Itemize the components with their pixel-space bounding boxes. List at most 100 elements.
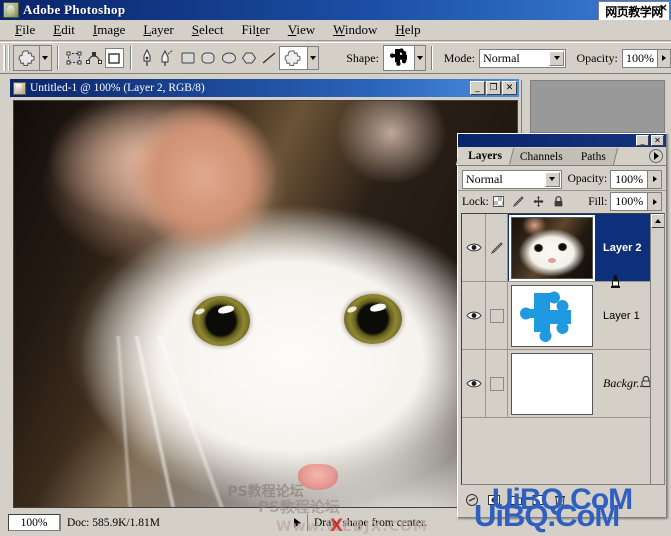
new-group-icon[interactable] <box>509 493 523 512</box>
tool-preset-dropdown[interactable] <box>39 45 52 71</box>
chevron-down-icon[interactable] <box>549 51 564 66</box>
rounded-rectangle-tool[interactable] <box>199 48 217 68</box>
options-separator-1 <box>57 46 59 70</box>
shape-picker-dropdown[interactable] <box>414 45 426 71</box>
layers-list-scrollbar[interactable] <box>650 214 664 484</box>
layer-lock-row: Lock: Fill: 100% <box>458 190 666 212</box>
line-tool[interactable] <box>260 48 278 68</box>
delete-layer-icon[interactable] <box>553 493 567 512</box>
document-titlebar[interactable]: Untitled-1 @ 100% (Layer 2, RGB/8) _ ❐ ✕ <box>10 79 519 97</box>
layer-name-layer-2: Layer 2 <box>603 242 642 254</box>
menu-layer[interactable]: Layer <box>134 21 182 39</box>
layer-row-layer-2[interactable]: Layer 2 <box>462 214 664 282</box>
document-minimize-button[interactable]: _ <box>470 81 485 95</box>
layer-thumbnail-layer-2[interactable] <box>511 217 593 279</box>
fill-pixels-button[interactable] <box>105 48 123 68</box>
menu-window[interactable]: Window <box>324 21 386 39</box>
layer-link-slot[interactable] <box>486 282 508 349</box>
zoom-level-input[interactable]: 100% <box>8 514 60 531</box>
paths-button[interactable] <box>85 48 103 68</box>
document-window: Untitled-1 @ 100% (Layer 2, RGB/8) _ ❐ ✕… <box>8 79 521 513</box>
fill-slider-arrow[interactable] <box>648 192 662 211</box>
application-title: Adobe Photoshop <box>23 2 125 18</box>
geometry-options-dropdown[interactable] <box>307 46 319 70</box>
menu-select[interactable]: Select <box>183 21 233 39</box>
fill-input[interactable]: 100% <box>610 192 648 211</box>
opacity-input[interactable]: 100% <box>622 49 658 68</box>
cat-eye-right <box>344 294 402 344</box>
layer-blend-mode-select[interactable]: Normal <box>462 170 562 189</box>
freeform-pen-tool[interactable] <box>158 48 177 68</box>
eye-icon <box>466 378 482 389</box>
layer-blend-mode-value: Normal <box>466 172 503 187</box>
cat-nose <box>298 464 338 490</box>
scroll-up-button[interactable] <box>651 214 665 228</box>
menu-filter[interactable]: Filter <box>233 21 279 39</box>
menu-image[interactable]: Image <box>84 21 135 39</box>
layer-visibility-toggle[interactable] <box>462 214 486 281</box>
layer-thumbnail-background[interactable] <box>511 353 593 415</box>
lock-position-icon[interactable] <box>532 195 546 209</box>
layer-brush-indicator[interactable] <box>486 214 508 281</box>
layer-name-background: Backgr... <box>603 376 645 391</box>
watermark-close-icon[interactable]: × <box>659 3 668 13</box>
add-layer-mask-icon[interactable] <box>487 493 501 512</box>
layer-thumbnail-layer-1[interactable] <box>511 285 593 347</box>
pen-tool[interactable] <box>138 48 156 68</box>
blend-mode-select[interactable]: Normal <box>479 49 566 68</box>
paintbrush-icon <box>490 241 504 255</box>
layer-blend-row: Normal Opacity: 100% <box>458 168 666 190</box>
tab-channels[interactable]: Channels <box>508 148 575 165</box>
chevron-down-icon[interactable] <box>545 172 560 187</box>
palette-titlebar[interactable]: _ ✕ <box>458 134 666 147</box>
layer-visibility-toggle[interactable] <box>462 350 486 417</box>
menu-file-rest: ile <box>22 22 35 37</box>
watermark-chinese-text: 网页教学网 <box>605 6 663 18</box>
chevron-down-icon <box>42 56 48 60</box>
options-separator-2 <box>130 46 132 70</box>
layer-row-background[interactable]: Backgr... <box>462 350 664 418</box>
menu-select-rest: elect <box>199 22 224 37</box>
image-canvas[interactable]: PS教程论坛 <box>13 100 518 508</box>
menu-view[interactable]: View <box>279 21 324 39</box>
shape-picker-preview[interactable] <box>383 45 414 71</box>
lock-image-pixels-icon[interactable] <box>512 195 526 209</box>
tab-paths[interactable]: Paths <box>569 148 618 165</box>
tab-layers-label: Layers <box>468 150 502 162</box>
new-layer-icon[interactable] <box>531 493 545 512</box>
polygon-tool[interactable] <box>240 48 258 68</box>
layers-list[interactable]: Layer 2 Layer 1 <box>461 213 665 485</box>
layer-row-layer-1[interactable]: Layer 1 <box>462 282 664 350</box>
menu-help[interactable]: Help <box>386 21 429 39</box>
document-maximize-button[interactable]: ❐ <box>486 81 501 95</box>
opacity-slider-arrow[interactable] <box>658 49 671 68</box>
document-close-button[interactable]: ✕ <box>502 81 517 95</box>
current-tool-preview[interactable] <box>13 45 38 71</box>
ellipse-tool[interactable] <box>219 48 237 68</box>
menu-file[interactable]: File <box>6 21 44 39</box>
layer-link-slot[interactable] <box>486 350 508 417</box>
paths-icon <box>86 51 102 65</box>
status-menu-arrow-icon[interactable] <box>294 518 301 528</box>
menu-window-rest: indow <box>345 22 378 37</box>
menu-edit[interactable]: Edit <box>44 21 84 39</box>
cat-photo <box>14 101 517 507</box>
link-layers-icon[interactable] <box>465 493 479 512</box>
menu-layer-rest: ayer <box>151 22 173 37</box>
blend-mode-value: Normal <box>483 51 520 66</box>
layer-visibility-toggle[interactable] <box>462 282 486 349</box>
palette-close-button[interactable]: ✕ <box>651 135 664 146</box>
layer-opacity-slider-arrow[interactable] <box>648 170 662 189</box>
cat-ear-left <box>113 100 307 266</box>
options-bar-grip[interactable] <box>3 45 10 71</box>
palette-minimize-button[interactable]: _ <box>636 135 649 146</box>
lock-all-icon[interactable] <box>551 195 565 209</box>
custom-shape-tool[interactable] <box>279 46 306 70</box>
palette-menu-button[interactable] <box>649 149 663 163</box>
layer-opacity-input[interactable]: 100% <box>610 170 648 189</box>
shape-layers-button[interactable] <box>65 48 83 68</box>
tab-layers[interactable]: Layers <box>456 148 514 165</box>
lock-transparent-pixels-icon[interactable] <box>492 195 506 209</box>
rectangle-tool[interactable] <box>179 48 197 68</box>
custom-shape-tool-icon <box>17 49 37 67</box>
